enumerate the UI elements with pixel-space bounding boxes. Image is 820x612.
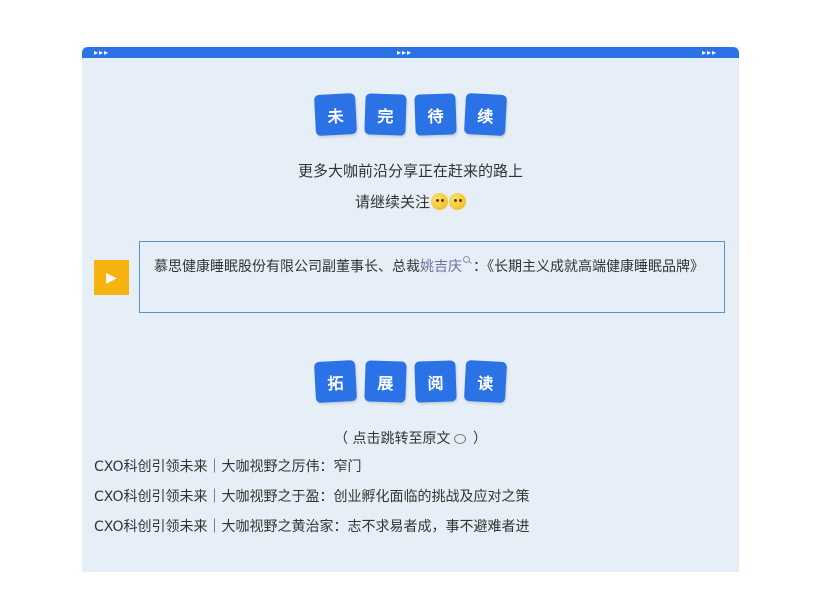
- reading-link[interactable]: CXO科创引领未来｜大咖视野之于盈：创业孵化面临的挑战及应对之策: [94, 487, 734, 517]
- play-icon: ▶: [106, 269, 117, 286]
- reading-link[interactable]: CXO科创引领未来｜大咖视野之黄治家：志不求易者成，事不避难者进: [94, 517, 734, 547]
- person-name-link[interactable]: 姚吉庆: [420, 259, 462, 275]
- content-card: ▸▸▸ ▸▸▸ ▸▸▸ 未 完 待 续 更多大咖前沿分享正在赶来的路上 请继续关…: [82, 47, 739, 572]
- article-title: ：《长期主义成就高端健康睡眠品牌》: [473, 259, 704, 275]
- title-tile: 读: [463, 359, 508, 404]
- arrows-left-icon: ▸▸▸: [94, 48, 110, 57]
- top-banner: ▸▸▸ ▸▸▸ ▸▸▸: [82, 47, 739, 58]
- click-hint: （ 点击跳转至原文 ）: [82, 428, 739, 448]
- further-reading-title: 拓 展 阅 读: [82, 359, 739, 404]
- tbc-title: 未 完 待 续: [82, 92, 739, 137]
- reading-list: CXO科创引领未来｜大咖视野之厉伟：窄门 CXO科创引领未来｜大咖视野之于盈：创…: [94, 457, 734, 547]
- hint-open: （ 点击跳转至原文: [334, 431, 451, 447]
- article-link[interactable]: 慕思健康睡眠股份有限公司副董事长、总裁姚吉庆 ：《长期主义成就高端健康睡眠品牌》: [139, 241, 725, 313]
- reading-link[interactable]: CXO科创引领未来｜大咖视野之厉伟：窄门: [94, 457, 734, 487]
- hint-close: ）: [468, 431, 487, 447]
- arrows-middle-icon: ▸▸▸: [397, 48, 413, 57]
- follow-text: 请继续关注: [354, 193, 430, 211]
- search-icon: [463, 256, 471, 264]
- winking-face-icon: [449, 193, 466, 210]
- speech-bubble-icon: [453, 434, 466, 444]
- title-tile: 待: [414, 93, 457, 136]
- title-tile: 展: [364, 360, 407, 403]
- title-tile: 续: [463, 92, 508, 137]
- follow-line: 请继续关注: [82, 191, 739, 212]
- winking-face-icon: [431, 193, 448, 210]
- title-tile: 拓: [313, 359, 358, 404]
- title-tile: 完: [364, 93, 407, 136]
- title-tile: 阅: [414, 360, 457, 403]
- play-button[interactable]: ▶: [94, 260, 129, 295]
- article-prefix: 慕思健康睡眠股份有限公司副董事长、总裁: [154, 259, 420, 275]
- title-tile: 未: [313, 92, 358, 137]
- arrows-right-icon: ▸▸▸: [702, 48, 718, 57]
- teaser-line: 更多大咖前沿分享正在赶来的路上: [297, 162, 523, 180]
